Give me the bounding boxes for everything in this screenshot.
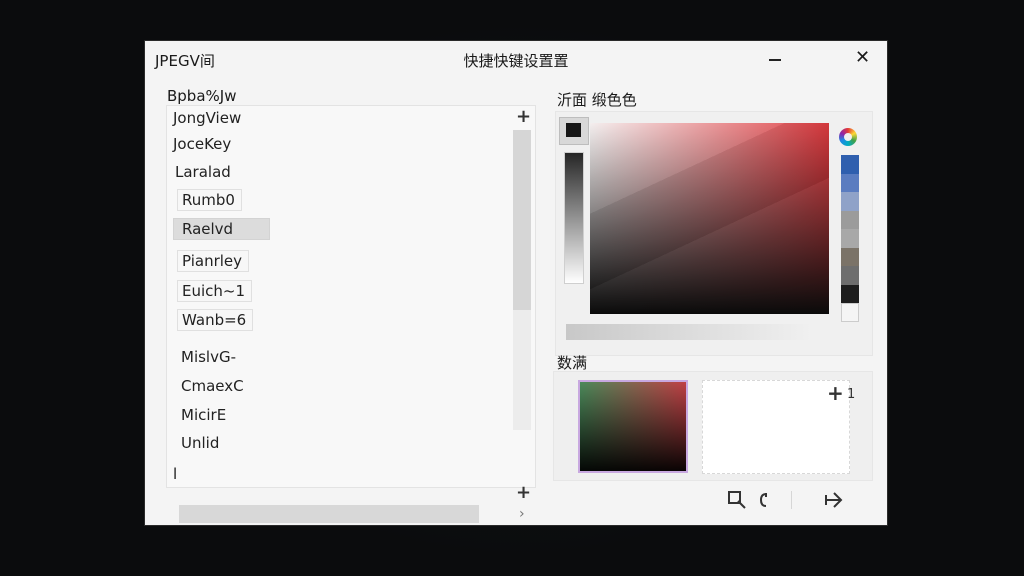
minimize-button[interactable] [765, 45, 787, 73]
preview-panel: + 1 [553, 371, 873, 481]
palette-swatch[interactable] [841, 247, 859, 266]
list-item[interactable]: MicirE [181, 406, 226, 424]
crop-icon[interactable] [725, 489, 749, 511]
list-item-selected[interactable]: Raelvd [173, 218, 271, 240]
close-button[interactable]: ✕ [855, 49, 870, 67]
palette-swatch[interactable] [841, 284, 859, 303]
list-item[interactable]: Laralad [175, 163, 231, 181]
palette-swatch[interactable] [841, 192, 859, 211]
current-color-fill [566, 123, 581, 137]
shortcut-list: JongView JoceKey Laralad Rumb0 Raelvd Pi… [166, 105, 536, 523]
add-slot-count: 1 [847, 387, 856, 402]
list-item[interactable]: MislvG- [181, 348, 236, 366]
list-item[interactable]: Rumb0 [177, 189, 242, 211]
list-item[interactable]: CmaexC [181, 377, 244, 395]
saturation-value-area[interactable] [590, 123, 829, 314]
color-palette [841, 155, 859, 322]
palette-swatch[interactable] [841, 229, 859, 248]
palette-swatch[interactable] [841, 266, 859, 285]
dialog-window: JPEGV间 快捷快键设置置 ✕ Bpba%Jw JongView JoceKe… [145, 41, 887, 525]
palette-swatch[interactable] [841, 173, 859, 192]
horizontal-scrollbar[interactable] [179, 505, 479, 523]
copy-icon[interactable] [757, 489, 771, 511]
brightness-slider[interactable] [566, 324, 812, 340]
title-bar: JPEGV间 快捷快键设置置 ✕ [145, 41, 887, 77]
palette-swatch[interactable] [841, 155, 859, 174]
grayscale-slider[interactable] [564, 152, 584, 284]
cut-off-text: l [173, 465, 178, 483]
preview-swatch[interactable] [578, 380, 688, 473]
list-item[interactable]: Wanb=6 [177, 309, 254, 331]
list-item[interactable]: Unlid [181, 434, 219, 452]
new-color-slot[interactable]: + 1 [702, 380, 855, 474]
plus-icon[interactable]: + [516, 108, 531, 126]
color-caption: 沂面 缎色色 [557, 91, 637, 109]
list-item[interactable]: Euich~1 [177, 280, 253, 302]
toolbar-divider [791, 491, 792, 509]
hue-wheel-center [844, 133, 852, 141]
arrow-right-icon[interactable] [823, 489, 845, 511]
current-color-swatch[interactable] [559, 117, 589, 145]
chevron-right-icon[interactable]: › [519, 506, 525, 522]
vertical-scroll-thumb[interactable] [513, 130, 531, 310]
palette-swatch[interactable] [841, 210, 859, 229]
preview-caption: 数满 [557, 354, 588, 372]
hue-wheel-icon[interactable] [839, 128, 857, 146]
list-item[interactable]: Pianrley [177, 250, 250, 272]
sv-area-overlay [590, 123, 829, 314]
plus-icon[interactable]: + [516, 484, 531, 502]
list-caption: Bpba%Jw [167, 87, 237, 105]
color-picker [555, 111, 873, 356]
list-item[interactable]: JongView [173, 109, 241, 127]
plus-icon[interactable]: + [827, 383, 844, 403]
list-item[interactable]: JoceKey [173, 135, 231, 153]
palette-swatch[interactable] [841, 303, 859, 322]
